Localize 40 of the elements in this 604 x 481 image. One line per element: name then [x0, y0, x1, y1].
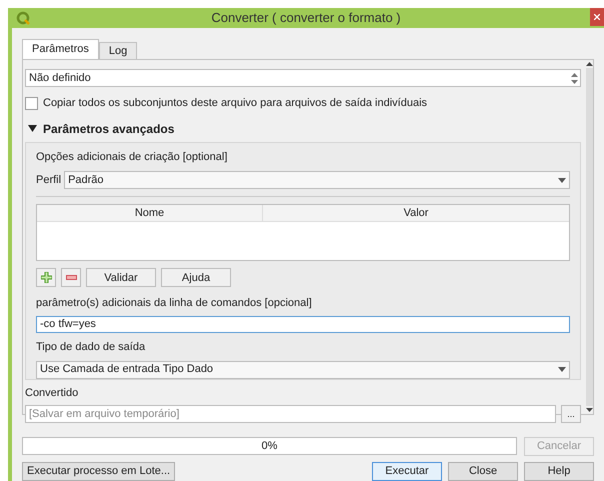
section-toggle[interactable]: Parâmetros avançados: [28, 120, 581, 138]
footer-button[interactable]: Executar: [372, 462, 442, 481]
window-title: Converter ( converter o formato ): [210, 9, 402, 28]
add-row-button[interactable]: [36, 268, 56, 288]
remove-row-button[interactable]: [61, 268, 81, 288]
format-field[interactable]: Não definido: [25, 69, 581, 87]
field-label: Tipo de dado de saída: [36, 340, 146, 355]
tab[interactable]: Parâmetros: [22, 39, 99, 59]
footer-button[interactable]: Executar processo em Lote...: [22, 462, 176, 481]
action-button[interactable]: Validar: [86, 268, 156, 288]
plus-icon: [40, 272, 52, 284]
spin-arrows-icon: [571, 72, 578, 84]
minus-icon: [66, 275, 76, 280]
checkbox[interactable]: [25, 96, 38, 110]
checkbox-label: Copiar todos os subconjuntos deste arquivo para arquivos de saída indivíduais: [43, 96, 428, 111]
close-button[interactable]: [590, 8, 604, 26]
profile-dropdown[interactable]: Padrão: [64, 171, 570, 189]
column-header[interactable]: Nome: [37, 205, 263, 221]
field-label: parâmetro(s) adicionais da linha de comandos [opcional]: [36, 296, 313, 312]
scrollbar[interactable]: [585, 60, 593, 414]
progress-reading: 0%: [260, 439, 278, 454]
dropdown-caret-icon: [558, 367, 566, 372]
column-header[interactable]: Valor: [263, 205, 569, 221]
output-file-field[interactable]: [Salvar em arquivo temporário]: [25, 405, 556, 423]
field-label: Perfil: [36, 172, 62, 188]
field-label: Opções adicionais de criação [optional]: [36, 150, 228, 164]
action-button[interactable]: Ajuda: [161, 268, 231, 288]
footer-button[interactable]: Help: [524, 462, 594, 481]
close-icon: [594, 14, 600, 20]
input-field[interactable]: -co tfw=yes: [36, 316, 570, 333]
field-label: Convertido: [25, 386, 80, 400]
browse-button[interactable]: ...: [561, 405, 581, 423]
data-type-dropdown[interactable]: Use Camada de entrada Tipo Dado: [36, 360, 570, 378]
tab[interactable]: Log: [98, 42, 138, 59]
footer-button[interactable]: Close: [448, 462, 518, 481]
app-logo-icon: [16, 11, 30, 25]
scroll-down-icon: [586, 408, 592, 412]
dropdown-caret-icon: [558, 178, 566, 182]
triangle-down-icon: [28, 125, 37, 132]
scroll-up-icon: [586, 62, 592, 66]
